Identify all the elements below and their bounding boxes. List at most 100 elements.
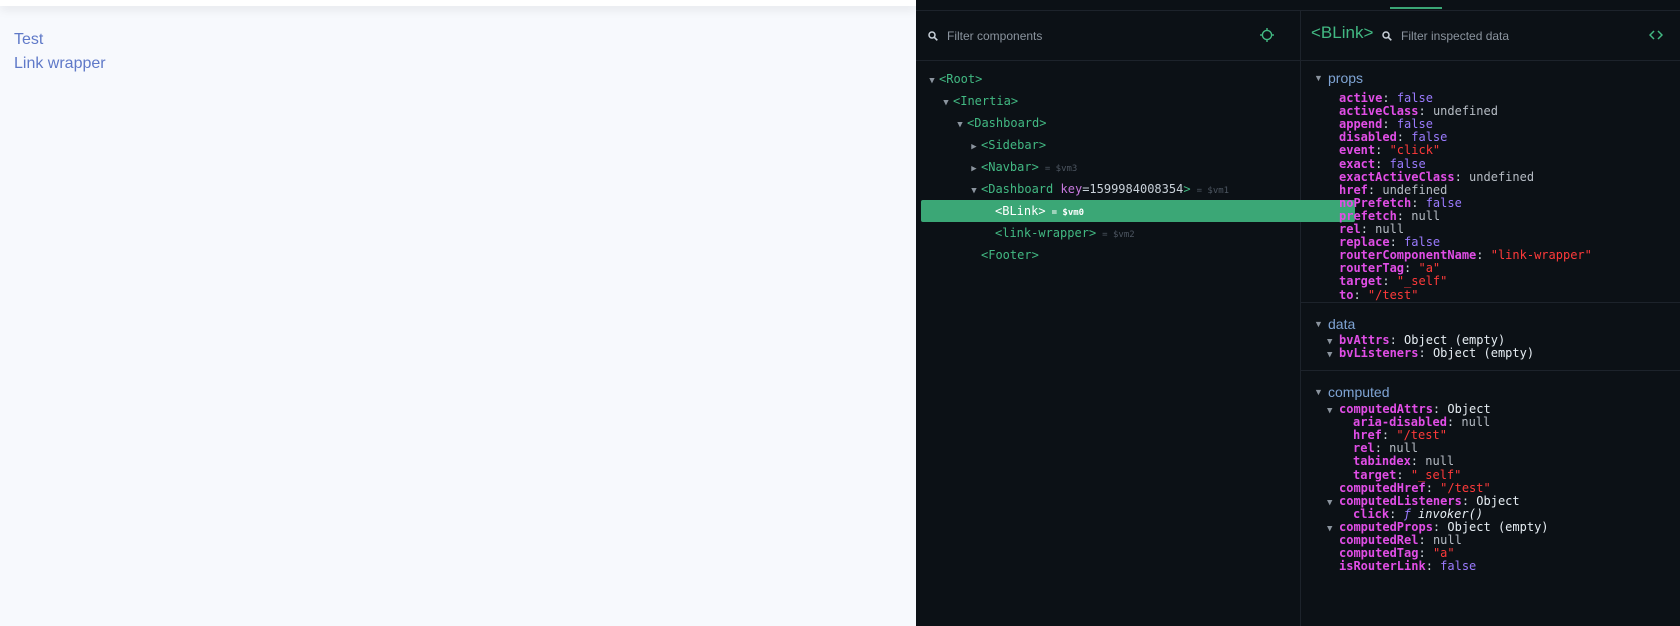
- vm-reference: = $vm0: [1051, 208, 1085, 218]
- section-title: computed: [1328, 384, 1390, 400]
- state-value: invoker(): [1418, 506, 1484, 521]
- tree-node[interactable]: ▼ <Dashboard>: [921, 112, 1327, 134]
- devtools-tab-strip: [916, 0, 1680, 11]
- state-value: false: [1396, 91, 1433, 105]
- state-entry: activeClass: undefined: [1301, 104, 1680, 118]
- component-name: Sidebar: [988, 138, 1039, 152]
- state-key: event: [1339, 143, 1376, 158]
- component-name: Navbar: [988, 160, 1032, 174]
- chevron-icon[interactable]: ▼: [939, 92, 953, 114]
- component-name: Inertia: [960, 94, 1011, 108]
- state-value: Object: [1447, 402, 1491, 416]
- tree-node[interactable]: ▼ <Inertia>: [921, 90, 1313, 112]
- vm-reference: = $vm1: [1196, 186, 1230, 196]
- tree-node[interactable]: ▶ <Navbar> = $vm3: [921, 156, 1341, 178]
- collapse-icon[interactable]: ▼: [1314, 319, 1323, 329]
- app-navbar: [0, 0, 916, 6]
- key-separator: :: [1353, 287, 1368, 302]
- state-entry: ▼ computedListeners: Object: [1301, 494, 1680, 508]
- state-key: aria-disabled: [1353, 415, 1447, 430]
- state-key: href: [1339, 182, 1368, 197]
- search-icon: [928, 31, 938, 41]
- key-separator: :: [1418, 346, 1433, 361]
- active-tab-indicator[interactable]: [1390, 7, 1442, 9]
- filter-components-input[interactable]: [947, 27, 1227, 45]
- state-entry: append: false: [1301, 117, 1680, 131]
- attr-value: =1599984008354: [1082, 182, 1184, 196]
- tree-node[interactable]: ▼ <Root>: [921, 68, 1299, 90]
- state-value: false: [1389, 156, 1426, 171]
- tree-node[interactable]: <link-wrapper> = $vm2: [921, 222, 1355, 244]
- state-entry: computedRel: null: [1301, 533, 1680, 547]
- component-name: BLink: [1002, 204, 1039, 218]
- tree-node[interactable]: ▼ <Dashboard key=1599984008354> = $vm1: [921, 178, 1341, 200]
- state-value: "/test": [1367, 287, 1419, 302]
- state-entry: noPrefetch: false: [1301, 196, 1680, 210]
- chevron-icon[interactable]: ▼: [925, 70, 939, 92]
- section-header-props[interactable]: ▼ props: [1301, 68, 1680, 90]
- state-key: active: [1339, 91, 1383, 105]
- state-value: Object (empty): [1432, 346, 1535, 361]
- chevron-icon[interactable]: ▼: [967, 180, 981, 202]
- state-value: null: [1461, 415, 1491, 430]
- test-link[interactable]: Test: [14, 31, 43, 49]
- state-key: replace: [1339, 235, 1390, 250]
- tag-bracket: >: [1088, 226, 1097, 240]
- link-wrapper-link[interactable]: Link wrapper: [14, 55, 106, 73]
- search-icon: [1382, 31, 1392, 41]
- select-component-icon[interactable]: [1260, 28, 1274, 42]
- tag-bracket: >: [1038, 138, 1047, 152]
- key-separator: :: [1425, 559, 1441, 574]
- state-entry: routerComponentName: "link-wrapper": [1301, 248, 1680, 262]
- state-value: "click": [1389, 143, 1441, 158]
- key-separator: :: [1389, 506, 1404, 521]
- state-entry: replace: false: [1301, 235, 1680, 249]
- state-value: "a": [1418, 261, 1441, 276]
- tag-bracket: >: [1038, 204, 1046, 218]
- collapse-icon[interactable]: ▼: [1314, 387, 1323, 397]
- tree-node[interactable]: ▶ <Sidebar>: [921, 134, 1341, 156]
- state-value: undefined: [1382, 182, 1448, 197]
- state-value: "_self": [1410, 467, 1462, 482]
- key-separator: :: [1381, 428, 1397, 443]
- state-entry: target: "_self": [1301, 274, 1680, 288]
- state-value: "a": [1432, 546, 1455, 561]
- state-value: false: [1404, 235, 1441, 250]
- key-separator: :: [1382, 91, 1397, 105]
- app-viewport: Test Link wrapper: [0, 0, 916, 626]
- component-tree-pane: ▼<Root>▼<Inertia>▼<Dashboard>▶<Sidebar>▶…: [916, 11, 1355, 626]
- chevron-icon[interactable]: ▶: [967, 158, 981, 180]
- key-separator: :: [1461, 493, 1477, 508]
- key-separator: :: [1404, 261, 1419, 276]
- inspected-component-name: <BLink>: [1311, 23, 1374, 42]
- tree-node[interactable]: <BLink> = $vm0: [921, 200, 1355, 222]
- key-separator: :: [1418, 104, 1433, 119]
- key-separator: :: [1454, 169, 1470, 184]
- state-entry: rel: null: [1301, 222, 1680, 236]
- chevron-icon[interactable]: ▶: [967, 136, 981, 158]
- expand-icon[interactable]: ▼: [1327, 348, 1332, 362]
- code-icon[interactable]: [1649, 28, 1663, 42]
- state-value: Object (empty): [1404, 333, 1506, 347]
- component-name: Root: [946, 72, 976, 86]
- state-value: undefined: [1432, 104, 1498, 119]
- key-separator: :: [1411, 195, 1426, 210]
- key-separator: :: [1382, 274, 1397, 289]
- section-header-computed[interactable]: ▼ computed: [1301, 382, 1680, 404]
- section-title: props: [1328, 70, 1364, 86]
- tag-bracket: >: [975, 72, 983, 86]
- key-separator: :: [1382, 117, 1397, 132]
- key-separator: :: [1367, 182, 1383, 197]
- function-icon: ƒ: [1403, 506, 1419, 521]
- filter-inspected-data-input[interactable]: [1401, 27, 1621, 45]
- tree-node[interactable]: <Footer>: [921, 244, 1341, 266]
- chevron-icon[interactable]: ▼: [953, 114, 967, 136]
- state-value: Object: [1476, 493, 1520, 508]
- state-key: computedHref: [1339, 480, 1426, 495]
- key-separator: :: [1425, 480, 1441, 495]
- collapse-icon[interactable]: ▼: [1314, 73, 1323, 83]
- key-separator: :: [1389, 235, 1405, 250]
- state-value: null: [1425, 454, 1455, 469]
- component-name: Dashboard: [974, 116, 1040, 130]
- tree-toolbar: [916, 11, 1300, 61]
